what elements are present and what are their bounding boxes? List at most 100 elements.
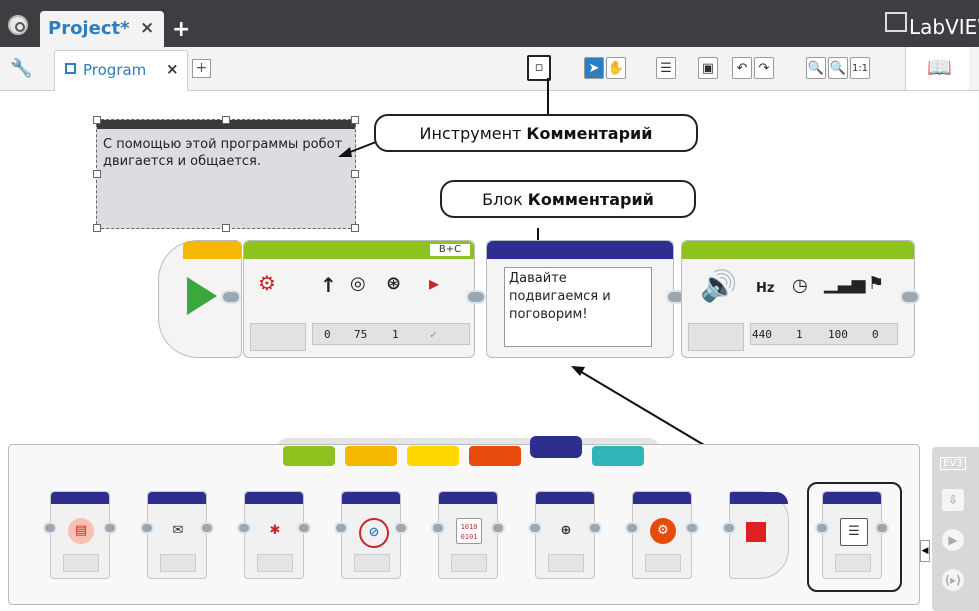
block-header <box>730 492 788 504</box>
tool-callout: Инструмент Комментарий <box>374 114 698 152</box>
palette-tab-sensor[interactable] <box>407 446 459 466</box>
speaker-icon: 🔊 <box>700 269 738 304</box>
block-footer <box>835 554 871 572</box>
plug-right <box>200 522 214 534</box>
volume-value[interactable]: 100 <box>828 328 848 341</box>
block-header <box>51 492 109 504</box>
stop-program-block[interactable] <box>722 491 789 579</box>
hz-label: Hz <box>756 281 775 296</box>
tool-callout-bold: Комментарий <box>526 123 653 143</box>
palette-tab-action[interactable] <box>283 446 335 466</box>
block-footer <box>160 554 196 572</box>
plug-left <box>528 522 542 534</box>
file-access-icon: ▤ <box>68 518 94 544</box>
comment-block-text[interactable]: Давайте подвигаемся и поговорим! <box>504 267 652 347</box>
palette-tab-my-blocks[interactable] <box>592 446 644 466</box>
plug-left <box>43 522 57 534</box>
unregulated-motor-icon: ⚙ <box>650 518 676 544</box>
raw-sensor-block[interactable]: 1010 0101 <box>431 491 505 579</box>
sound-block[interactable]: 🔊 Hz ◷ ▁▃▅ ⚑ 440 1 100 0 <box>681 240 915 358</box>
sequence-plug[interactable] <box>466 290 486 304</box>
plug-right <box>588 522 602 534</box>
steering-value[interactable]: 0 <box>324 328 331 341</box>
block-header <box>245 492 303 504</box>
stop-icon: ⊘ <box>359 518 389 548</box>
ev3-label: EV3 <box>940 457 966 470</box>
mode-selector[interactable] <box>250 323 306 351</box>
plug-left <box>237 522 251 534</box>
palette-collapse-handle[interactable]: ◀ <box>920 540 930 562</box>
block-callout-bold: Комментарий <box>527 189 654 209</box>
download-icon[interactable]: ⇩ <box>942 489 964 511</box>
invert-motor-block[interactable]: ⊕ <box>528 491 602 579</box>
brake-value[interactable]: ✓ <box>430 328 437 341</box>
plug-right <box>491 522 505 534</box>
plug-right <box>685 522 699 534</box>
plug-left <box>625 522 639 534</box>
block-header <box>439 492 497 504</box>
volume-icon: ▁▃▅ <box>824 273 866 294</box>
steering-motor-icon: ⚙ <box>258 271 276 295</box>
comment-icon: ☰ <box>840 518 868 546</box>
bluetooth-icon: ✱ <box>269 523 281 538</box>
duration-icon: ◷ <box>792 275 808 296</box>
plug-left <box>815 522 829 534</box>
play-type-icon: ⚑ <box>868 273 885 294</box>
duration-value[interactable]: 1 <box>796 328 803 341</box>
comment-palette-block[interactable]: ☰ <box>815 491 889 579</box>
block-footer <box>645 554 681 572</box>
sequence-plug[interactable] <box>221 290 241 304</box>
play-icon[interactable] <box>187 277 219 315</box>
sequence-plug[interactable] <box>900 290 920 304</box>
block-callout: Блок Комментарий <box>440 180 696 218</box>
block-footer <box>451 554 487 572</box>
plug-left <box>140 522 154 534</box>
steering-icon: ↑ <box>320 273 337 297</box>
tool-callout-prefix: Инструмент <box>419 123 522 143</box>
block-footer <box>63 554 99 572</box>
plug-right <box>103 522 117 534</box>
plug-left <box>431 522 445 534</box>
block-footer <box>257 554 293 572</box>
messaging-block[interactable]: ✉ <box>140 491 214 579</box>
plug-right <box>394 522 408 534</box>
messaging-icon: ✉ <box>172 523 184 538</box>
keep-awake-block[interactable]: ⊘ <box>334 491 408 579</box>
file-access-block[interactable]: ▤ <box>43 491 117 579</box>
comment-block[interactable]: Давайте подвигаемся и поговорим! <box>486 240 674 358</box>
power-icon: ◎ <box>350 273 366 294</box>
block-header <box>633 492 691 504</box>
raw-data-icon: 1010 0101 <box>456 518 482 544</box>
bluetooth-block[interactable]: ✱ <box>237 491 311 579</box>
power-value[interactable]: 75 <box>354 328 367 341</box>
palette-tab-data[interactable] <box>469 446 521 466</box>
block-callout-prefix: Блок <box>482 189 523 209</box>
motor-ports[interactable]: B+C <box>430 244 470 256</box>
move-params <box>312 323 470 345</box>
run-selected-icon[interactable]: ⟨▸⟩ <box>942 569 964 591</box>
comment-block-header <box>487 241 673 259</box>
block-header <box>536 492 594 504</box>
plug-right <box>875 522 889 534</box>
sound-block-header <box>682 241 914 259</box>
rotations-icon: ⊛ <box>386 273 402 294</box>
palette-tab-flow[interactable] <box>345 446 397 466</box>
palette-tab-advanced[interactable] <box>530 436 582 458</box>
block-header <box>342 492 400 504</box>
block-header <box>148 492 206 504</box>
move-steering-block[interactable]: B+C ⚙ ↑ ◎ ⊛ ▸ 0 75 1 ✓ <box>243 240 475 358</box>
rotations-value[interactable]: 1 <box>392 328 399 341</box>
run-icon[interactable]: ▶ <box>942 529 964 551</box>
hardware-panel: EV3 ⇩ ▶ ⟨▸⟩ <box>932 447 979 611</box>
play-type-value[interactable]: 0 <box>872 328 879 341</box>
plug-left <box>722 522 736 534</box>
stop-block-icon <box>746 522 766 542</box>
plug-left <box>334 522 348 534</box>
block-footer <box>548 554 584 572</box>
frequency-value[interactable]: 440 <box>752 328 772 341</box>
mode-selector[interactable] <box>688 323 744 351</box>
motor-invert-icon: ⊕ <box>560 523 572 538</box>
block-footer <box>354 554 390 572</box>
block-header <box>823 492 881 504</box>
unregulated-motor-block[interactable]: ⚙ <box>625 491 699 579</box>
